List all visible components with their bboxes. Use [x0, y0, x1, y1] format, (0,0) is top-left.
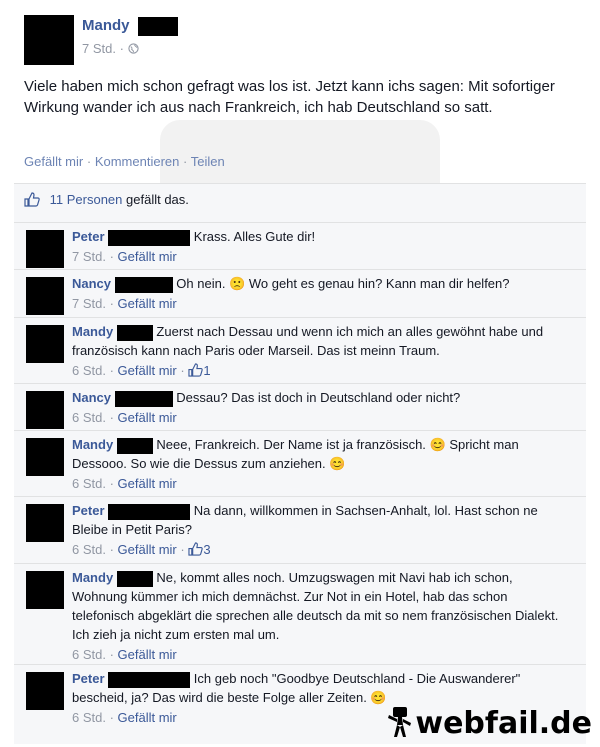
censor-bar [108, 671, 191, 688]
censor-bar [138, 17, 178, 36]
comment-time[interactable]: 6 Std. [72, 410, 106, 425]
post-actions: Gefällt mir · Kommentieren · Teilen [24, 154, 225, 169]
post-time[interactable]: 7 Std. [82, 41, 116, 56]
censor-bar [116, 324, 153, 341]
webfail-logo: webfail.de [387, 706, 592, 741]
comment-body: Mandy Neee, Frankreich. Der Name ist ja … [72, 435, 562, 473]
comment-time[interactable]: 6 Std. [72, 363, 106, 378]
globe-icon [127, 43, 139, 54]
comment-meta: 7 Std. · Gefällt mir [72, 249, 177, 264]
comment-author[interactable]: Nancy [72, 390, 111, 405]
comment-avatar[interactable] [26, 438, 64, 476]
comment-body: Nancy Dessau? Das ist doch in Deutschlan… [72, 388, 562, 407]
comment-time[interactable]: 6 Std. [72, 710, 106, 725]
thumbs-up-icon [188, 542, 204, 556]
comment-text: Krass. Alles Gute dir! [193, 229, 316, 244]
comment-meta: 6 Std. · Gefällt mir [72, 410, 177, 425]
comment-avatar[interactable] [26, 277, 64, 315]
comment-like-button[interactable]: Gefällt mir [118, 410, 177, 425]
comments-panel: 11 Personen gefällt das. Peter Krass. Al… [14, 183, 586, 744]
comment-meta: 6 Std. · Gefällt mir · 3 [72, 542, 211, 557]
comment-body: Peter Na dann, willkommen in Sachsen-Anh… [72, 501, 562, 539]
comment-row: Peter Na dann, willkommen in Sachsen-Anh… [14, 496, 586, 563]
comment-like-button[interactable]: Gefällt mir [118, 647, 177, 662]
like-button[interactable]: Gefällt mir [24, 154, 83, 169]
comment-body: Mandy Ne, kommt alles noch. Umzugswagen … [72, 568, 562, 644]
comment-avatar[interactable] [26, 230, 64, 268]
comment-body: Peter Ich geb noch "Goodbye Deutschland … [72, 669, 562, 707]
comment-time[interactable]: 7 Std. [72, 296, 106, 311]
comment-body: Mandy Zuerst nach Dessau und wenn ich mi… [72, 322, 562, 360]
thumbs-up-icon [188, 363, 204, 377]
comment-time[interactable]: 7 Std. [72, 249, 106, 264]
likes-suffix: gefällt das. [126, 192, 189, 207]
comment-author[interactable]: Mandy [72, 324, 113, 339]
comment-like-button[interactable]: Gefällt mir [118, 710, 177, 725]
comment-author[interactable]: Mandy [72, 570, 113, 585]
censor-bar [108, 229, 191, 246]
comment-like-button[interactable]: Gefällt mir [118, 542, 177, 557]
thumbs-up-icon [24, 192, 40, 207]
comment-time[interactable]: 6 Std. [72, 476, 106, 491]
comment-like-button[interactable]: Gefällt mir [118, 363, 177, 378]
post-meta: 7 Std. · [82, 41, 139, 56]
comment-text: Dessau? Das ist doch in Deutschland oder… [176, 390, 461, 405]
comment-row: Nancy Dessau? Das ist doch in Deutschlan… [14, 383, 586, 431]
censor-bar [114, 276, 173, 293]
censor-bar [116, 570, 153, 587]
comment-row: Peter Krass. Alles Gute dir! 7 Std. · Gef… [14, 222, 586, 270]
comment-meta: 7 Std. · Gefällt mir [72, 296, 177, 311]
comment-like-count[interactable]: 1 [203, 363, 210, 378]
comment-time[interactable]: 6 Std. [72, 647, 106, 662]
comment-button[interactable]: Kommentieren [95, 154, 180, 169]
comment-meta: 6 Std. · Gefällt mir · 1 [72, 363, 211, 378]
poster-name[interactable]: Mandy [82, 17, 130, 34]
comment-time[interactable]: 6 Std. [72, 542, 106, 557]
separator: · [183, 154, 188, 169]
censor-bar [108, 503, 191, 520]
post-text: Viele haben mich schon gefragt was los i… [24, 78, 555, 116]
comment-body: Peter Krass. Alles Gute dir! [72, 227, 562, 246]
comment-author[interactable]: Peter [72, 671, 105, 686]
poster-avatar[interactable] [24, 15, 74, 65]
censor-bar [114, 390, 173, 407]
censor-bar [116, 437, 153, 454]
comment-avatar[interactable] [26, 571, 64, 609]
logo-text: webfail.de [415, 706, 592, 741]
comment-author[interactable]: Peter [72, 503, 105, 518]
comment-avatar[interactable] [26, 672, 64, 710]
share-button[interactable]: Teilen [191, 154, 225, 169]
comment-meta: 6 Std. · Gefällt mir [72, 647, 177, 662]
comment-avatar[interactable] [26, 504, 64, 542]
comment-meta: 6 Std. · Gefällt mir [72, 476, 177, 491]
comment-row: Mandy Neee, Frankreich. Der Name ist ja … [14, 430, 586, 497]
comment-row: Mandy Zuerst nach Dessau und wenn ich mi… [14, 317, 586, 383]
likes-summary: 11 Personen gefällt das. [24, 192, 189, 207]
comment-meta: 6 Std. · Gefällt mir [72, 710, 177, 725]
comment-author[interactable]: Nancy [72, 276, 111, 291]
comment-like-button[interactable]: Gefällt mir [118, 296, 177, 311]
comment-avatar[interactable] [26, 325, 64, 363]
comment-row: Nancy Oh nein. 🙁 Wo geht es genau hin? K… [14, 269, 586, 317]
webfail-figure-icon [388, 707, 412, 737]
comment-body: Nancy Oh nein. 🙁 Wo geht es genau hin? K… [72, 274, 562, 293]
comment-like-button[interactable]: Gefällt mir [118, 476, 177, 491]
separator: · [86, 154, 92, 169]
likes-count-link[interactable]: 11 Personen [50, 192, 123, 207]
comment-like-count[interactable]: 3 [203, 542, 210, 557]
comment-text: Oh nein. 🙁 Wo geht es genau hin? Kann ma… [176, 276, 510, 291]
comment-row: Mandy Ne, kommt alles noch. Umzugswagen … [14, 563, 586, 664]
comment-author[interactable]: Mandy [72, 437, 113, 452]
comment-avatar[interactable] [26, 391, 64, 429]
comment-like-button[interactable]: Gefällt mir [118, 249, 177, 264]
comment-author[interactable]: Peter [72, 229, 105, 244]
